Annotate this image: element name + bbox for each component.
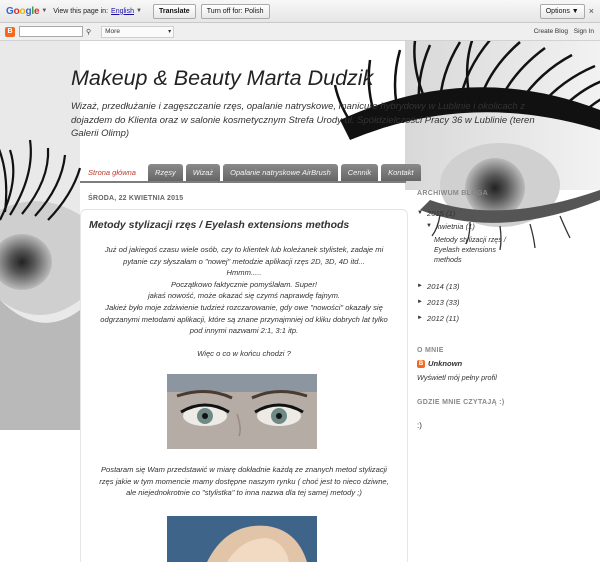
post-paragraph: Początkowo faktycznie pomyślałam. Super! — [170, 279, 318, 289]
readers-widget-title: GDZIE MNIE CZYTAJĄ :) — [417, 399, 505, 406]
tab-home[interactable]: Strona główna — [80, 164, 145, 181]
eyelash-photo-2[interactable] — [167, 516, 317, 562]
post-paragraph: jakaś nowość, może okazać się czymś napr… — [147, 291, 341, 301]
archive-post-link[interactable]: Metody stylizacji rzęs / Eyelash extensi… — [434, 235, 514, 265]
eyelash-photo[interactable] — [167, 374, 317, 449]
blog-description: Wizaż, przedłużanie i zagęszczanie rzęs,… — [71, 101, 535, 139]
translate-prompt-text: View this page in: — [53, 7, 109, 15]
google-logo: Google — [6, 5, 40, 17]
blog-search-input[interactable] — [19, 26, 83, 37]
page-tabs: Strona główna Rzęsy Wizaż Opalanie natry… — [80, 164, 424, 181]
profile-name[interactable]: B Unknown — [417, 359, 592, 368]
blogger-logo-icon[interactable]: B — [5, 26, 15, 37]
triangle-down-icon[interactable]: ▼ — [417, 209, 427, 216]
tab-wizaz[interactable]: Wizaż — [185, 164, 221, 181]
translate-bar: Google ▼ View this page in: English ▼ Tr… — [0, 0, 600, 23]
blogger-navbar: B ⚲ More Create Blog Sign In — [0, 23, 600, 41]
profile-link[interactable]: Wyświetl mój pełny profil — [417, 373, 592, 382]
post-date: ŚRODA, 22 KWIETNIA 2015 — [88, 195, 184, 202]
readers-widget-content: :) — [417, 421, 422, 430]
turn-off-button[interactable]: Turn off for: Polish — [200, 3, 270, 19]
post-paragraph: Hmmm..... — [226, 268, 262, 278]
blogger-profile-icon: B — [417, 359, 425, 368]
archive-month-april[interactable]: ▼ kwietnia (1) — [426, 222, 592, 231]
tab-rzesy[interactable]: Rzęsy — [147, 164, 183, 181]
post-paragraph: Już od jakiegoś czasu wiele osób, czy to… — [104, 245, 384, 266]
triangle-right-icon[interactable]: ► — [417, 282, 427, 289]
create-blog-link[interactable]: Create Blog — [534, 28, 568, 35]
search-icon[interactable]: ⚲ — [86, 28, 91, 36]
blog-title[interactable]: Makeup & Beauty Marta Dudzik — [71, 66, 373, 91]
about-widget-title: O MNIE — [417, 347, 444, 354]
triangle-right-icon[interactable]: ► — [417, 298, 427, 305]
tab-cennik[interactable]: Cennik — [340, 164, 379, 181]
triangle-down-icon[interactable]: ▼ — [426, 222, 436, 229]
close-icon[interactable]: × — [589, 6, 594, 16]
post-question: Więc o co w końcu chodzi ? — [197, 348, 291, 358]
translate-button[interactable]: Translate — [152, 3, 196, 19]
tab-kontakt[interactable]: Kontakt — [381, 164, 421, 181]
tabs-underline — [80, 181, 406, 183]
triangle-right-icon[interactable]: ► — [417, 314, 427, 321]
chevron-down-icon[interactable]: ▼ — [136, 8, 142, 14]
more-dropdown[interactable]: More — [101, 25, 175, 38]
post-paragraph: Jakież było moje zdziwienie tudzież rozc… — [100, 302, 388, 336]
post-paragraph: Postaram się Wam przedstawić w miarę dok… — [99, 465, 389, 498]
post-body-continued: Postaram się Wam przedstawić w miarę dok… — [81, 464, 407, 499]
sign-in-link[interactable]: Sign In — [574, 28, 594, 35]
archive-year-2013[interactable]: ► 2013 (33) — [417, 298, 592, 307]
archive-year-2014[interactable]: ► 2014 (13) — [417, 282, 592, 291]
chevron-down-icon[interactable]: ▼ — [41, 8, 47, 14]
options-button[interactable]: Options ▼ — [539, 3, 585, 19]
archive-year-2015[interactable]: ▼ 2015 (1) — [417, 209, 592, 218]
language-select[interactable]: English — [111, 8, 134, 15]
tab-opalanie[interactable]: Opalanie natryskowe AirBrush — [223, 164, 338, 181]
archive-widget-title: ARCHIWUM BLOGA — [417, 190, 489, 197]
archive-year-2012[interactable]: ► 2012 (11) — [417, 314, 592, 323]
post-container: Metody stylizacji rzęs / Eyelash extensi… — [80, 209, 408, 562]
sidebar: ARCHIWUM BLOGA ▼ 2015 (1) ▼ kwietnia (1)… — [417, 190, 592, 430]
post-title[interactable]: Metody stylizacji rzęs / Eyelash extensi… — [89, 219, 349, 231]
post-body: Już od jakiegoś czasu wiele osób, czy to… — [81, 244, 407, 359]
